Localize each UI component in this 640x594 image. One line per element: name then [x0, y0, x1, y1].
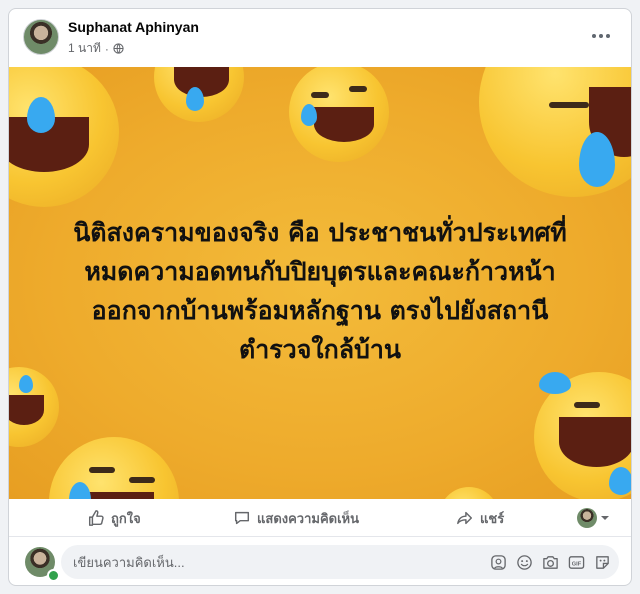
- comment-placeholder: เขียนความคิดเห็น...: [73, 554, 185, 570]
- post-actions-bar: ถูกใจ แสดงความคิดเห็น แชร์: [9, 500, 631, 537]
- like-button[interactable]: ถูกใจ: [87, 506, 141, 530]
- gif-icon[interactable]: GIF: [568, 554, 585, 571]
- laughing-emoji: [49, 437, 179, 499]
- caret-down-icon: [601, 516, 609, 520]
- laughing-emoji: [9, 67, 119, 207]
- comment-composer: เขียนความคิดเห็น... GIF: [9, 543, 631, 583]
- post-meta: 1 นาที ·: [68, 39, 124, 58]
- share-button[interactable]: แชร์: [456, 506, 504, 530]
- laughing-emoji: [439, 487, 499, 499]
- online-status-dot: [47, 569, 60, 582]
- caption-line: ตำรวจใกล้บ้าน: [238, 335, 402, 364]
- laughing-emoji: [9, 367, 59, 447]
- svg-text:GIF: GIF: [572, 561, 582, 567]
- like-label: ถูกใจ: [111, 510, 141, 526]
- laughing-emoji: [479, 67, 631, 197]
- avatar-sticker-icon[interactable]: [490, 554, 507, 571]
- caption-line: ออกจากบ้านพร้อมหลักฐาน ตรงไปยังสถานี: [91, 296, 549, 325]
- laughing-emoji: [289, 67, 389, 162]
- comment-input[interactable]: เขียนความคิดเห็น... GIF: [61, 545, 619, 579]
- globe-icon[interactable]: [113, 43, 124, 54]
- comment-label: แสดงความคิดเห็น: [257, 510, 360, 526]
- sticker-icon[interactable]: [594, 554, 611, 571]
- thumbs-up-icon: [88, 510, 104, 526]
- post-as-selector[interactable]: [577, 506, 611, 530]
- camera-icon[interactable]: [542, 554, 559, 571]
- author-avatar[interactable]: [23, 19, 59, 55]
- more-dots-icon[interactable]: [589, 29, 613, 43]
- post-time[interactable]: 1 นาที: [68, 39, 101, 58]
- image-caption: นิติสงครามของจริง คือ ประชาชนทั่วประเทศท…: [9, 213, 631, 369]
- comment-bubble-icon: [234, 511, 250, 525]
- comment-button[interactable]: แสดงความคิดเห็น: [233, 506, 359, 530]
- avatar: [577, 508, 597, 528]
- post-header: Suphanat Aphinyan 1 นาที ·: [9, 9, 631, 69]
- share-label: แชร์: [480, 510, 505, 526]
- post-image[interactable]: นิติสงครามของจริง คือ ประชาชนทั่วประเทศท…: [9, 67, 631, 499]
- laughing-emoji: [154, 67, 244, 122]
- comment-tools: GIF: [490, 554, 611, 571]
- emoji-icon[interactable]: [516, 554, 533, 571]
- caption-line: นิติสงครามของจริง คือ ประชาชนทั่วประเทศท…: [73, 218, 567, 247]
- laughing-emoji: [534, 372, 631, 499]
- author-name[interactable]: Suphanat Aphinyan: [68, 19, 199, 35]
- share-arrow-icon: [457, 511, 473, 525]
- caption-line: หมดความอดทนกับปิยบุตรและคณะก้าวหน้า: [84, 257, 556, 286]
- post-card: Suphanat Aphinyan 1 นาที · นิติสงครามของ…: [8, 8, 632, 586]
